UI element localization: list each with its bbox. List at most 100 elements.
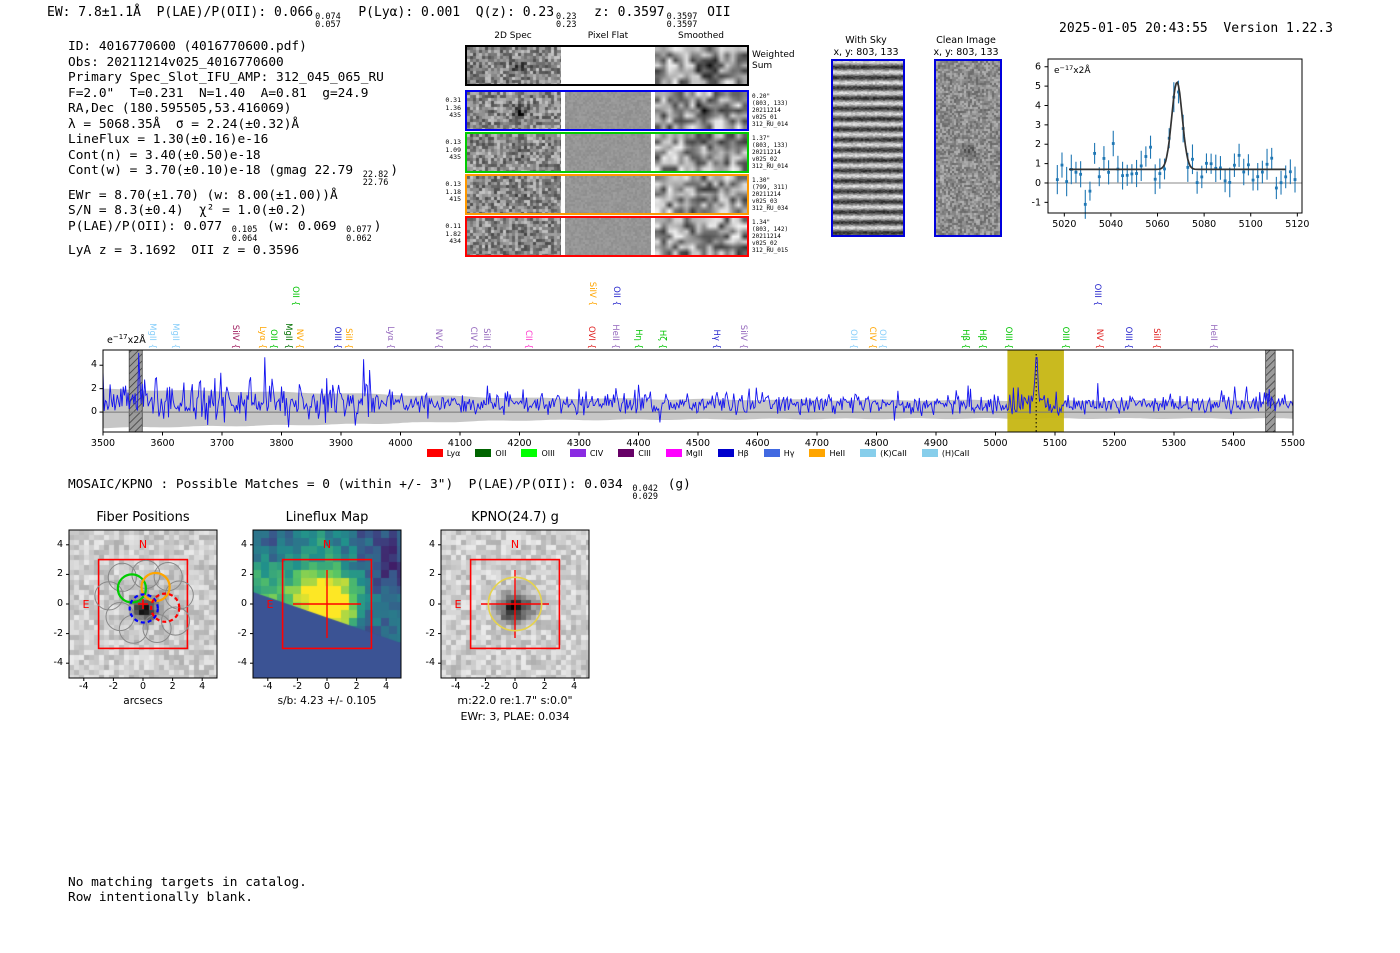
spectral-line-label: OIII { <box>1002 326 1013 349</box>
inset-ytick: -1 <box>1032 197 1041 208</box>
units-post: x2Å <box>127 335 146 347</box>
spectral-line-label: Hγ { <box>710 329 721 349</box>
cutout-ytick: 0 <box>240 598 247 609</box>
spec2d-left-value: 415 <box>449 195 461 204</box>
info-stacked-value: 0.077 0.062 <box>346 226 372 243</box>
legend-item: Lyα <box>426 449 460 458</box>
info-lo: 0.064 <box>231 233 258 244</box>
weighted-sum-label: Weighted Sum <box>752 50 795 71</box>
cutout-ytick: -4 <box>237 657 247 669</box>
cutout-ytick: 4 <box>428 538 435 550</box>
info-lo: 22.76 <box>362 178 389 188</box>
spec2d-left-values: 0.31 1.36 435 <box>439 96 461 120</box>
spec2d-row <box>465 216 749 257</box>
info-text: LyA z = 3.1692 OII z = 0.3596 <box>68 243 300 258</box>
with-sky-image <box>831 59 905 237</box>
cutout-xtick: -4 <box>263 681 273 692</box>
legend-swatch <box>763 449 780 457</box>
cutout-ytick: 2 <box>428 568 435 580</box>
spectral-line-label: OII { <box>610 286 621 306</box>
info-text: EWr = 8.70(±1.70) (w: 8.00(±1.00))Å <box>68 187 338 203</box>
spectral-line-label: HeII { <box>609 324 620 349</box>
spec2d-right-annotation: 312_RU_014 <box>752 121 789 128</box>
spectral-line-label: OIII { <box>331 326 342 349</box>
legend-swatch <box>521 449 538 457</box>
inset-ytick: 3 <box>1035 120 1041 131</box>
line-fit-plot: 5020 5040 5060 5080 5100 5120 -1 0 1 2 3 4 5 6 e−17x2Å <box>1032 58 1309 230</box>
info-line: Cont(n) = 3.40(±0.50)e-18 <box>68 148 398 164</box>
spec2d-right-annotation: 312_RU_015 <box>752 247 789 254</box>
spectral-line-label: CIV { <box>866 326 877 349</box>
spectral-line-label: Hβ { <box>959 329 970 349</box>
spectral-line-label: OIII { <box>1060 326 1071 349</box>
info-line: ID: 4016770600 (4016770600.pdf) <box>68 39 398 55</box>
cutout-xtick: 4 <box>383 681 390 692</box>
info-line: S/N = 8.3(±0.4) χ² = 1.0(±0.2) <box>68 203 398 219</box>
cutout-xtick: 2 <box>169 681 176 692</box>
info-text: λ = 5068.35Å σ = 2.24(±0.32)Å <box>68 116 300 132</box>
info-text: Obs: 20211214v025_4016770600 <box>68 54 284 70</box>
legend-item: (K)CaII <box>860 449 907 458</box>
pixelflat-image <box>565 134 651 171</box>
footer-line-1: No matching targets in catalog. <box>68 875 307 890</box>
cutout-xtick: 0 <box>323 681 331 692</box>
inset-ytick: 2 <box>1035 139 1041 150</box>
legend-label: Hβ <box>737 448 749 458</box>
pixelflat-image <box>565 92 651 129</box>
info-text: ID: 4016770600 (4016770600.pdf) <box>68 39 307 54</box>
spec2d-right-annotation: v025_02 <box>752 240 778 247</box>
spectral-line-label: MgII { <box>169 323 180 349</box>
cutout-ytick: -2 <box>425 627 435 639</box>
info-stacked-value: 22.82 22.76 <box>362 170 389 188</box>
info-line: LineFlux = 1.30(±0.16)e-16 <box>68 132 398 148</box>
pixelflat-image <box>565 176 651 213</box>
spectral-line-label: SiIV { <box>587 281 598 306</box>
spec2d-right-annotation: 20211214 <box>752 191 781 198</box>
info-lo: 0.062 <box>346 233 372 244</box>
spectral-line-label: OIII { <box>1091 283 1102 306</box>
spec2d-right-annotation: v025_01 <box>752 114 778 121</box>
fiber-positions-overlay: NE <box>66 529 218 681</box>
legend-item: CIV <box>569 449 603 458</box>
cutout-ytick: 2 <box>56 568 63 580</box>
spec2d-row <box>465 90 749 131</box>
spec2d-right-annotation: v025_03 <box>752 198 778 205</box>
spec2d-image <box>467 176 561 213</box>
cutout-ytick: -2 <box>237 627 247 639</box>
cutout-ytick: 4 <box>56 538 63 550</box>
cutout-xtick: -2 <box>480 681 491 692</box>
header-text: EW: 7.8±1.1Å P(LAE)/P(OII): 0.066 <box>47 5 314 20</box>
legend-label: OIII <box>541 448 555 458</box>
spec2d-image <box>467 218 561 255</box>
col-title-smoothed: Smoothed <box>678 31 724 41</box>
spectral-line-label: Lyα { <box>256 326 267 349</box>
spec2d-image <box>467 134 561 171</box>
spec2d-right-annotation: 20211214 <box>752 233 781 240</box>
header-lo: 0.3597 <box>666 20 698 30</box>
fiber-positions-panel: NE <box>66 529 218 681</box>
pixelflat-image <box>565 47 651 84</box>
info-text: ) <box>373 218 382 234</box>
info-stacked-value: 0.105 0.064 <box>232 226 258 243</box>
spectral-line-label: MgII { <box>283 323 294 349</box>
legend-item: (H)CaII <box>921 449 969 458</box>
inset-ytick: 1 <box>1035 159 1041 170</box>
inset-ytick: 5 <box>1035 81 1041 92</box>
inset-ytick: 0 <box>1035 178 1041 189</box>
main-ytick: 2 <box>90 382 97 394</box>
header-stacked-value: 0.074 0.057 <box>315 12 341 30</box>
cutout-ytick: -2 <box>53 627 63 639</box>
spec2d-right-annotation: (803, 142) <box>752 226 789 233</box>
info-text: Cont(n) = 3.40(±0.50)e-18 <box>68 147 261 163</box>
spec2d-right-annotations: 0.20" (803, 133) 20211214 v025_01 312_RU_014 <box>752 93 798 128</box>
summary-header: EW: 7.8±1.1Å P(LAE)/P(OII): 0.066 0.074 0.… <box>47 5 731 30</box>
spectral-line-label: OII { <box>268 329 279 349</box>
cutout-xtick: 0 <box>139 681 147 692</box>
legend-item: OIII <box>521 448 555 458</box>
cutout-xtick: -2 <box>292 681 303 692</box>
legend-swatch <box>665 449 682 457</box>
report-version: Version 1.22.3 <box>1223 21 1333 36</box>
col-title-pixelflat: Pixel Flat <box>587 31 629 41</box>
fiber-xlabel: arcsecs <box>123 695 163 707</box>
info-text: RA,Dec (180.595505,53.416069) <box>68 101 292 116</box>
